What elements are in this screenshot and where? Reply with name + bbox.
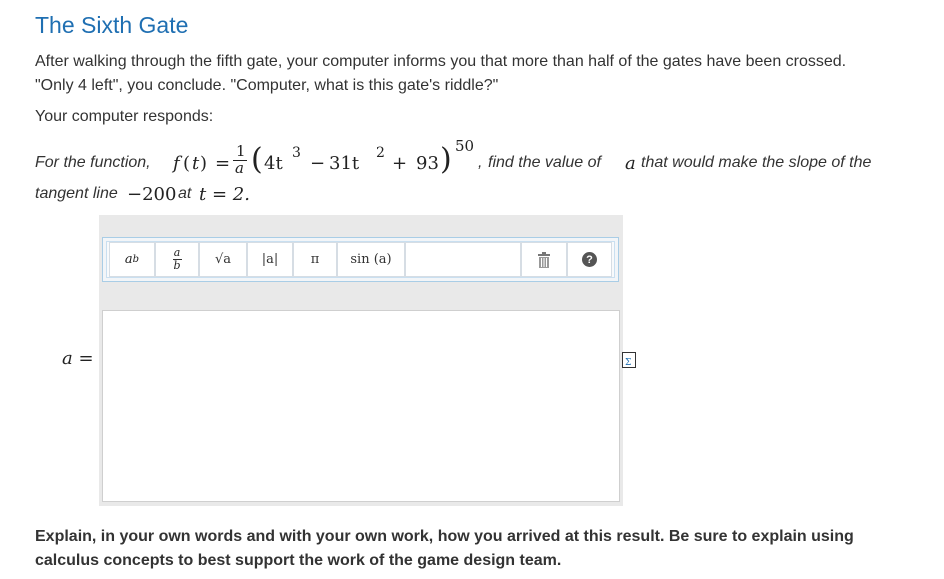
problem-line-2: tangent line −200 at t = 2. [35,184,873,209]
math-toolbar: ab a b √a |a| π sin (a) ? [102,237,619,282]
at-word: at [178,185,192,202]
comma: , [478,154,483,171]
term-2: 31t [329,153,360,174]
equation-editor-icon[interactable]: Σ [622,352,636,368]
term-2-exponent: 2 [376,145,385,161]
problem-lead: For the function, [35,154,151,171]
term-3: 93 [416,153,439,174]
sqrt-label: √a [214,252,232,267]
fraction-denominator: a [235,159,244,177]
function-name: f [173,153,180,174]
paren-close: ) [200,153,208,174]
problem-statement: For the function, f ( t ) = 1 a ( 4t 3 −… [35,137,873,209]
problem-line-1: For the function, f ( t ) = 1 a ( 4t 3 −… [35,137,873,185]
svg-text:Σ: Σ [625,358,631,368]
slope-value: −200 [127,184,177,205]
computer-responds-text: Your computer responds: [35,108,214,125]
problem-tail: that would make the slope of the [641,154,872,171]
t-equals-2: t = 2. [199,184,250,205]
fraction-den: b [173,259,181,272]
problem-mid: find the value of [488,154,601,171]
exponent-base: a [124,252,133,267]
page-title: The Sixth Gate [35,12,189,38]
big-paren-close: ) [440,142,452,177]
abs-label: |a| [261,252,279,267]
help-icon: ? [582,252,597,267]
trash-icon [538,251,550,268]
trash-button[interactable] [521,242,567,277]
paren-open: ( [183,153,191,174]
term-1-exponent: 3 [292,145,301,161]
function-variable: t [192,153,200,174]
variable-a: a [625,153,636,174]
minus-sign: − [310,153,326,174]
pi-label: π [310,252,320,267]
exponent-sup: b [132,254,140,265]
sin-button[interactable]: sin (a) [337,242,405,277]
equals-sign: = [215,153,231,174]
answer-input[interactable] [102,310,620,502]
intro-text: After walking through the fifth gate, yo… [35,53,847,94]
exponent-button[interactable]: ab [109,242,155,277]
fraction-button[interactable]: a b [155,242,199,277]
big-paren-open: ( [251,142,263,177]
plus-sign: + [392,153,408,174]
problem-line2-lead: tangent line [35,185,118,202]
sqrt-button[interactable]: √a [199,242,247,277]
toolbar-spacer [405,242,521,277]
answer-label: a = [62,348,94,369]
fraction-numerator: 1 [236,142,246,160]
help-button[interactable]: ? [567,242,612,277]
abs-button[interactable]: |a| [247,242,293,277]
term-1: 4t [264,153,283,174]
explain-instructions: Explain, in your own words and with your… [35,528,854,569]
fraction-num: a [173,246,181,259]
pi-button[interactable]: π [293,242,337,277]
sin-label: sin (a) [350,252,392,267]
outer-exponent: 50 [455,137,475,155]
